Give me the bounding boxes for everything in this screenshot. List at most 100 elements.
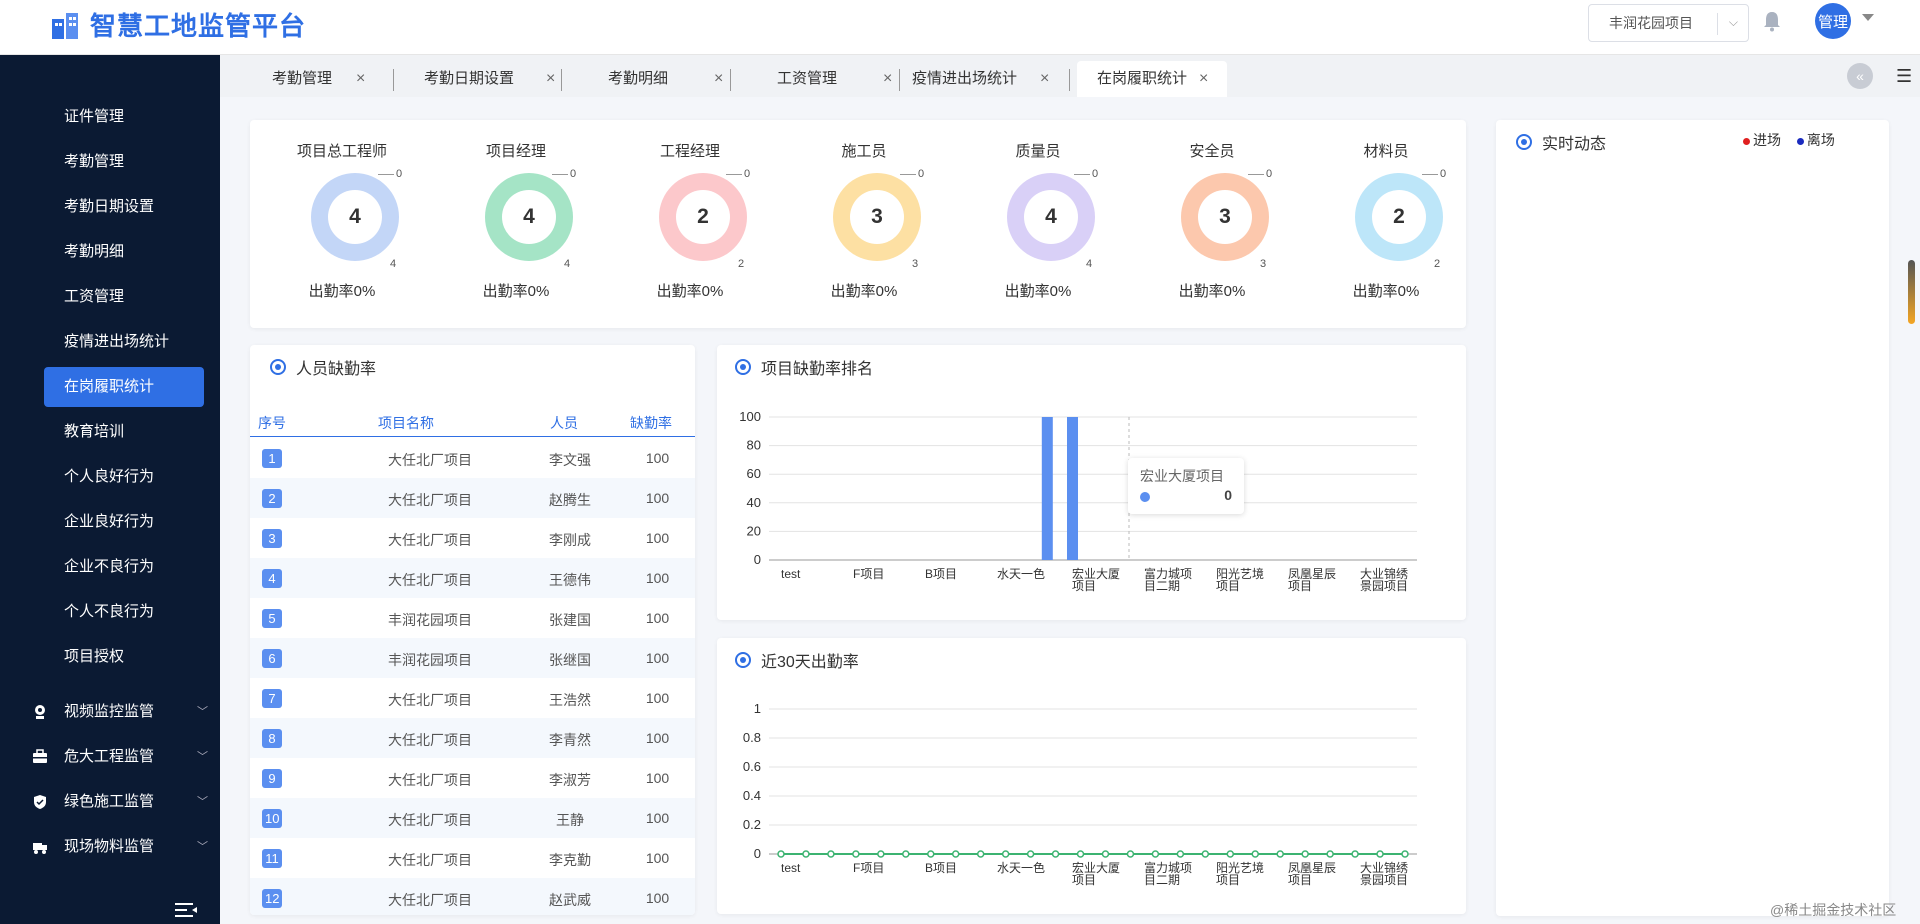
row-number: 6 <box>262 649 282 668</box>
realtime-title: 实时动态 <box>1516 130 1606 154</box>
chevron-down-icon: ﹀ <box>197 841 208 853</box>
sidebar-item-attendance-detail[interactable]: 考勤明细 <box>44 232 204 272</box>
tab-attendance-detail[interactable]: 考勤明细 × <box>562 61 730 97</box>
role-quality-inspector: 质量员 4 0 4 出勤率0% <box>968 120 1108 300</box>
close-icon[interactable]: × <box>1040 61 1049 97</box>
sidebar-item-company-good[interactable]: 企业良好行为 <box>44 502 204 542</box>
series-point <box>976 850 985 858</box>
project-select[interactable]: 丰润花园项目 ⌵ <box>1588 4 1749 42</box>
row-rate: 100 <box>645 850 670 866</box>
series-point <box>1301 850 1309 858</box>
row-number: 1 <box>262 449 282 468</box>
absence-table-header: 序号 项目名称 人员 缺勤率 <box>250 405 695 437</box>
legend-out-dot <box>1796 137 1804 145</box>
x-tick-label: 水天一色 <box>997 861 1045 875</box>
absence-title: 人员缺勤率 <box>270 355 376 379</box>
sidebar-item-personal-bad[interactable]: 个人不良行为 <box>44 592 204 632</box>
table-row[interactable]: 8 大任北厂项目 李青然 100 <box>250 718 695 758</box>
sidebar-item-training[interactable]: 教育培训 <box>44 412 204 452</box>
collapse-menu-icon[interactable] <box>175 903 197 917</box>
table-row[interactable]: 4 大任北厂项目 王德伟 100 <box>250 558 695 598</box>
sidebar-group-materials[interactable]: 现场物料监管 ﹀ <box>28 827 208 867</box>
app-logo[interactable]: 智慧工地监管平台 <box>50 6 306 43</box>
table-row[interactable]: 7 大任北厂项目 王浩然 100 <box>250 678 695 718</box>
row-person: 李刚成 <box>549 532 591 548</box>
table-row[interactable]: 12 大任北厂项目 赵武威 100 <box>250 878 695 915</box>
close-icon[interactable]: × <box>356 61 365 97</box>
row-number: 2 <box>262 489 282 508</box>
table-row[interactable]: 6 丰润花园项目 张继国 100 <box>250 638 695 678</box>
row-number: 4 <box>262 569 282 588</box>
row-person: 张继国 <box>549 652 591 668</box>
table-row[interactable]: 5 丰润花园项目 张建国 100 <box>250 598 695 638</box>
row-number: 11 <box>262 849 282 868</box>
x-tick-label: 景园项目 <box>1360 579 1408 593</box>
role-total-count: 3 <box>1260 258 1267 270</box>
page-scrollbar[interactable] <box>1908 260 1915 324</box>
series-point <box>902 850 910 858</box>
row-project: 大任北厂项目 <box>388 732 472 748</box>
close-icon[interactable]: × <box>714 61 723 97</box>
sidebar-item-project-auth[interactable]: 项目授权 <box>44 637 204 677</box>
row-person: 李青然 <box>549 732 591 748</box>
sidebar-group-green[interactable]: 绿色施工监管 ﹀ <box>28 782 208 822</box>
tab-attendance-dates[interactable]: 考勤日期设置 × <box>394 61 564 97</box>
sidebar-item-epidemic[interactable]: 疫情进出场统计 <box>44 322 204 362</box>
role-total-count: 4 <box>390 258 397 270</box>
sidebar-item-attendance[interactable]: 考勤管理 <box>44 142 204 182</box>
tab-attendance[interactable]: 考勤管理 × <box>220 61 382 97</box>
sidebar-item-company-bad[interactable]: 企业不良行为 <box>44 547 204 587</box>
series-point <box>1201 850 1210 858</box>
close-icon[interactable]: × <box>546 61 555 97</box>
table-row[interactable]: 1 大任北厂项目 李文强 100 <box>250 438 695 478</box>
sidebar-item-certificates[interactable]: 证件管理 <box>44 97 204 137</box>
y-tick-label: 20 <box>747 523 761 538</box>
sidebar-item-onduty-stats[interactable]: 在岗履职统计 <box>44 367 204 407</box>
top-header: 智慧工地监管平台 丰润花园项目 ⌵ 管理 <box>0 0 1920 55</box>
role-name: 工程经理 <box>659 143 720 160</box>
avatar[interactable]: 管理 <box>1815 3 1851 39</box>
series-point <box>1051 850 1060 858</box>
close-icon[interactable]: × <box>883 61 892 97</box>
row-number: 10 <box>262 809 283 828</box>
row-person: 李克勤 <box>549 852 591 868</box>
series-point <box>1251 850 1259 858</box>
x-tick-label: 项目 <box>1216 873 1240 887</box>
series-point <box>1151 850 1160 858</box>
sidebar-item-attendance-dates[interactable]: 考勤日期设置 <box>44 187 204 227</box>
row-rate: 100 <box>645 770 670 786</box>
sidebar-item-personal-good[interactable]: 个人良好行为 <box>44 457 204 497</box>
role-safety-officer: 安全员 3 0 3 出勤率0% <box>1142 120 1282 300</box>
role-count: 2 <box>1372 190 1426 244</box>
tab-label: 工资管理 <box>777 70 838 87</box>
table-row[interactable]: 11 大任北厂项目 李克勤 100 <box>250 838 695 878</box>
menu-icon[interactable]: ☰ <box>1896 66 1912 87</box>
row-project: 大任北厂项目 <box>388 772 472 788</box>
row-person: 李淑芳 <box>549 772 591 788</box>
tab-salary[interactable]: 工资管理 × <box>731 61 899 97</box>
table-row[interactable]: 3 大任北厂项目 李刚成 100 <box>250 518 695 558</box>
y-tick-label: 1 <box>754 701 761 716</box>
series-point <box>1401 850 1409 858</box>
sidebar-group-hazard[interactable]: 危大工程监管 ﹀ <box>28 737 208 777</box>
sidebar-item-salary[interactable]: 工资管理 <box>44 277 204 317</box>
bell-icon[interactable] <box>1762 10 1782 32</box>
truck-icon <box>33 843 47 854</box>
tab-onduty-stats[interactable]: 在岗履职统计 × <box>1077 61 1227 97</box>
role-rate: 出勤率0% <box>1178 283 1246 300</box>
table-row[interactable]: 9 大任北厂项目 李淑芳 100 <box>250 758 695 798</box>
col-header-person: 人员 <box>550 415 578 431</box>
table-row[interactable]: 2 大任北厂项目 赵腾生 100 <box>250 478 695 518</box>
table-row[interactable]: 10 大任北厂项目 王静 100 <box>250 798 695 838</box>
row-rate: 100 <box>645 450 670 466</box>
close-icon[interactable]: × <box>1199 61 1208 97</box>
role-rate: 出勤率0% <box>1004 283 1072 300</box>
double-chevron-left-icon[interactable]: « <box>1847 63 1873 89</box>
y-tick-label: 0 <box>754 552 761 567</box>
caret-down-icon[interactable] <box>1862 14 1874 21</box>
tab-epidemic[interactable]: 疫情进出场统计 × <box>900 61 1062 97</box>
role-rate: 出勤率0% <box>482 283 550 300</box>
sidebar-group-video[interactable]: 视频监控监管 ﹀ <box>28 692 208 732</box>
x-tick-label: F项目 <box>853 861 884 875</box>
ranking-chart-card: 项目缺勤率排名 0 20 40 60 80 100 test F项目 B项目 水天一色 宏业大厦 项目… <box>717 345 1466 620</box>
